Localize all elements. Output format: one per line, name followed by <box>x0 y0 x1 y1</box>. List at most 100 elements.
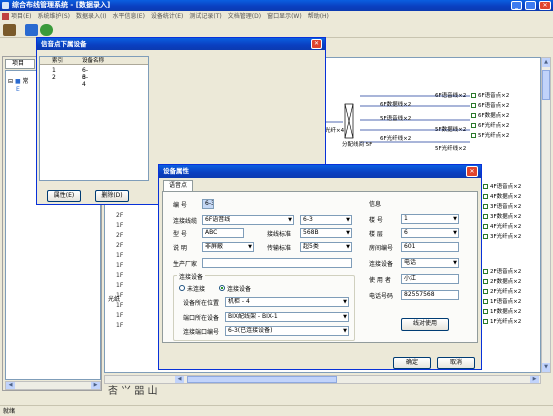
tree-item[interactable]: 1F <box>116 312 123 319</box>
maximize-button[interactable] <box>525 1 536 10</box>
outlet-label[interactable]: 4F语音点×2 <box>483 182 521 190</box>
diagram-scrollbar-v[interactable]: ▲ ▼ <box>541 57 551 373</box>
outlet-text: 1F数据点×2 <box>490 309 522 315</box>
scroll-up-icon[interactable]: ▲ <box>542 58 550 67</box>
info-list[interactable]: 索引 设备名称 1 6-3 2 6-4 <box>39 56 149 181</box>
tree-item[interactable]: 2F <box>116 242 123 249</box>
outlet-label[interactable]: 4F光纤点×2 <box>483 222 521 230</box>
menu-item[interactable]: 帮助(H) <box>308 12 329 22</box>
port-dev-select[interactable]: BIX配线架 - BIX-1 <box>225 312 349 322</box>
not-connected-radio[interactable] <box>179 285 185 291</box>
connected-radio[interactable] <box>219 285 225 291</box>
desc-select[interactable]: 非屏蔽 <box>202 242 254 252</box>
outlet-label[interactable]: 4F数据点×2 <box>483 192 521 200</box>
tree-item[interactable]: 1F <box>116 322 123 329</box>
outlet-label[interactable]: 1F数据点×2 <box>483 307 521 315</box>
cancel-button[interactable]: 取消 <box>437 357 475 369</box>
tree-item[interactable]: 1F <box>116 222 123 229</box>
table-row[interactable]: 2 6-4 <box>52 74 88 88</box>
delete-button[interactable]: 删除(D) <box>95 190 129 202</box>
tab-voice-point[interactable]: 语音点 <box>163 180 193 191</box>
number-field[interactable]: 6-3 <box>202 199 214 209</box>
hscroll-thumb[interactable] <box>187 376 337 383</box>
cable-right-select[interactable]: 6-3 <box>300 215 352 225</box>
refresh-icon[interactable] <box>40 24 53 36</box>
pair-usage-button[interactable]: 线对使用 <box>401 318 449 331</box>
room-field[interactable]: 601 <box>401 242 459 252</box>
outlet-box-icon <box>471 93 476 98</box>
label-user: 使 用 者 <box>369 277 391 284</box>
tree-item[interactable]: 1F <box>116 302 123 309</box>
outlet-label[interactable]: 2F语音点×2 <box>483 267 521 275</box>
tree-item[interactable]: 2F <box>116 212 123 219</box>
outlet-box-icon <box>483 289 488 294</box>
tree-root-node[interactable]: ⊟ ■ 常 <box>8 76 29 85</box>
tree-scrollbar-h[interactable]: ◀ ▶ <box>5 381 101 390</box>
tree-item[interactable]: 2F <box>116 232 123 239</box>
port-no-select[interactable]: 6-3(已连接设备) <box>225 326 349 336</box>
diagram-scrollbar-h[interactable]: ◀ ▶ <box>104 375 541 384</box>
outlet-text: 2F数据点×2 <box>490 279 522 285</box>
tree-item[interactable]: 1F <box>116 282 123 289</box>
open-icon[interactable] <box>25 24 38 36</box>
outlet-label[interactable]: 6F语音点×2 <box>471 91 509 99</box>
outlet-label[interactable]: 1F语音点×2 <box>483 297 521 305</box>
cable-select[interactable]: 6F语音线 <box>202 215 294 225</box>
info-dialog-close-button[interactable]: ✕ <box>311 39 322 49</box>
col-index[interactable]: 索引 <box>52 57 63 65</box>
outlet-label[interactable]: 6F光纤点×2 <box>471 121 509 129</box>
tree-node-e[interactable]: E <box>16 86 20 93</box>
menu-item[interactable]: 窗口显示(W) <box>267 12 302 22</box>
outlet-label[interactable]: 2F光纤点×2 <box>483 287 521 295</box>
attributes-button[interactable]: 属性(E) <box>47 190 81 202</box>
dev-pos-select[interactable]: 机柜 - 4 <box>225 297 349 307</box>
tree-group[interactable]: 光纸 <box>108 294 120 303</box>
maker-field[interactable] <box>202 258 352 268</box>
line-label-4: 5F数据线×2 <box>435 127 467 133</box>
tree-item[interactable]: 1F <box>116 262 123 269</box>
cable-std-select[interactable]: 568B <box>300 228 352 238</box>
col-name[interactable]: 设备名称 <box>82 57 104 65</box>
menu-item[interactable]: 设备统计(E) <box>151 12 183 22</box>
menu-item[interactable]: 项目(E) <box>11 12 31 22</box>
menu-item[interactable]: 文档管理(D) <box>228 12 261 22</box>
minimize-button[interactable]: _ <box>511 1 522 10</box>
menu-item[interactable]: 数据录入(I) <box>76 12 106 22</box>
project-icon[interactable] <box>3 24 16 36</box>
outlet-label[interactable]: 6F数据点×2 <box>471 111 509 119</box>
hscroll-left-icon[interactable]: ◀ <box>175 376 184 383</box>
bottom-toolbar[interactable]: 㕻 ⺍ 㗊 ⼭ <box>108 386 158 398</box>
user-field[interactable]: 小江 <box>401 274 459 284</box>
scroll-down-icon[interactable]: ▼ <box>542 363 550 372</box>
menu-item[interactable]: 系统维护(S) <box>37 12 70 22</box>
outlet-label[interactable]: 2F数据点×2 <box>483 277 521 285</box>
type-field[interactable]: ABC <box>202 228 244 238</box>
outlet-label[interactable]: 3F光纤点×2 <box>483 232 521 240</box>
menu-item[interactable]: 测试记录(T) <box>189 12 221 22</box>
phone-field[interactable]: 82557568 <box>401 290 459 300</box>
conn-dev-select[interactable]: 电话 <box>401 258 459 268</box>
app-title: 综合布线管理系统 - [数据录入] <box>12 1 111 9</box>
scroll-left-icon[interactable]: ◀ <box>6 382 15 389</box>
scroll-right-icon[interactable]: ▶ <box>91 382 100 389</box>
building-select[interactable]: 1 <box>401 214 459 224</box>
tree-item[interactable]: 1F <box>116 272 123 279</box>
attr-dialog-close-button[interactable]: ✕ <box>466 166 478 177</box>
menu-item[interactable]: 水平信息(E) <box>112 12 144 22</box>
floor-select[interactable]: 6 <box>401 228 459 238</box>
hscroll-right-icon[interactable]: ▶ <box>530 376 539 383</box>
outlet-label[interactable]: 6F语音点×2 <box>471 101 509 109</box>
outlet-label[interactable]: 3F语音点×2 <box>483 202 521 210</box>
outlet-label[interactable]: 1F光纤点×2 <box>483 317 521 325</box>
scroll-thumb[interactable] <box>542 70 550 100</box>
tree-item[interactable]: 1F <box>116 252 123 259</box>
outlet-label[interactable]: 5F光纤点×2 <box>471 131 509 139</box>
label-maker: 生产厂家 <box>173 261 198 268</box>
trans-std-select[interactable]: 超5类 <box>300 242 352 252</box>
tab-project[interactable]: 项目 <box>5 59 35 69</box>
label-type: 型 号 <box>173 231 187 238</box>
table-row[interactable]: 1 6-3 <box>52 67 88 81</box>
close-button[interactable]: ✕ <box>539 1 551 10</box>
ok-button[interactable]: 确定 <box>393 357 431 369</box>
outlet-label[interactable]: 3F数据点×2 <box>483 212 521 220</box>
